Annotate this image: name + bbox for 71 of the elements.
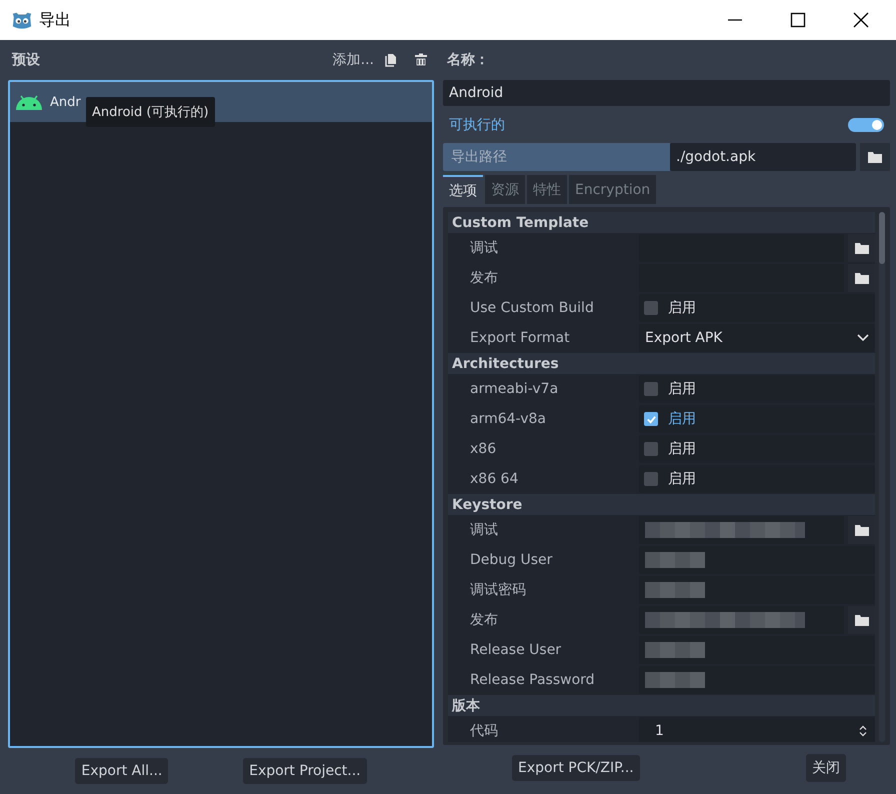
property-label: 调试密码 [469,581,527,599]
add-button[interactable]: 添加... [332,51,374,69]
checkbox[interactable]: 启用 [639,375,875,403]
checkbox[interactable]: 启用 [639,294,875,322]
property-label: 发布 [469,611,499,629]
checkbox[interactable]: 启用 [639,435,875,463]
property-label: x86 [469,441,498,457]
property-label: 调试 [469,521,499,539]
folder-icon [854,614,868,626]
maximize-icon[interactable] [790,12,806,28]
checkbox[interactable]: 启用 [639,405,875,433]
duplicate-icon[interactable] [384,53,398,67]
property-label: x86 64 [469,471,520,487]
section-header: Custom Template [452,214,589,230]
browse-button[interactable] [848,234,875,262]
export-path-field[interactable]: ./godot.apk [670,143,856,171]
name-field[interactable]: Android [443,80,890,106]
file-path-field[interactable] [639,516,844,544]
runnable-switch[interactable] [848,118,884,132]
property-label: 发布 [469,269,499,287]
format-dropdown[interactable]: Export APK [639,324,875,352]
window-title: 导出 [39,10,71,30]
tooltip: Android (可执行的) [86,97,215,127]
browse-button[interactable] [848,264,875,292]
browse-button[interactable] [848,516,875,544]
checkbox[interactable]: 启用 [639,465,875,493]
checkmark-icon [646,414,656,424]
close-icon[interactable] [853,12,869,28]
caret-icon [857,332,869,344]
app-logo-icon [11,10,33,30]
delete-icon[interactable] [414,53,428,67]
text-field[interactable] [639,666,875,694]
property-label: Use Custom Build [469,300,595,316]
property-label: arm64-v8a [469,411,547,427]
android-icon [14,93,44,111]
export-button[interactable]: Export Project... [243,758,367,784]
export-path-label: 导出路径 [443,143,670,171]
blurred-value [645,552,705,568]
folder-icon [868,151,882,163]
section-header: Keystore [452,496,522,512]
property-label: 调试 [469,239,499,257]
folder-icon [854,524,868,536]
blurred-value [645,672,705,688]
property-label: Release Password [469,672,596,688]
text-field[interactable] [639,546,875,574]
blurred-value [645,642,705,658]
preset-label: Andr [50,94,81,110]
property-label: Export Format [469,330,571,346]
dialog-button[interactable]: 关闭 [806,754,846,782]
spin-arrows-icon [857,725,869,737]
file-path-field[interactable] [639,606,844,634]
presets-title: 预设 [12,51,40,69]
section-header: 版本 [452,696,480,714]
folder-icon [854,242,868,254]
dialog-button[interactable]: Export PCK/ZIP... [512,755,640,781]
blurred-value [645,582,705,598]
text-field[interactable] [639,636,875,664]
browse-button[interactable] [848,606,875,634]
section-header: Architectures [452,356,559,372]
scrollbar-thumb[interactable] [879,212,885,264]
folder-icon [854,272,868,284]
browse-button[interactable] [860,143,890,171]
runnable-label: 可执行的 [449,116,505,134]
property-label: 代码 [469,722,499,740]
property-label: Release User [469,642,562,658]
number-spinbox[interactable]: 1 [639,717,875,742]
text-field[interactable] [639,576,875,604]
name-label: 名称： [446,51,490,70]
property-label: Debug User [469,552,554,568]
property-label: armeabi-v7a [469,381,560,397]
export-button[interactable]: Export All... [75,758,168,784]
